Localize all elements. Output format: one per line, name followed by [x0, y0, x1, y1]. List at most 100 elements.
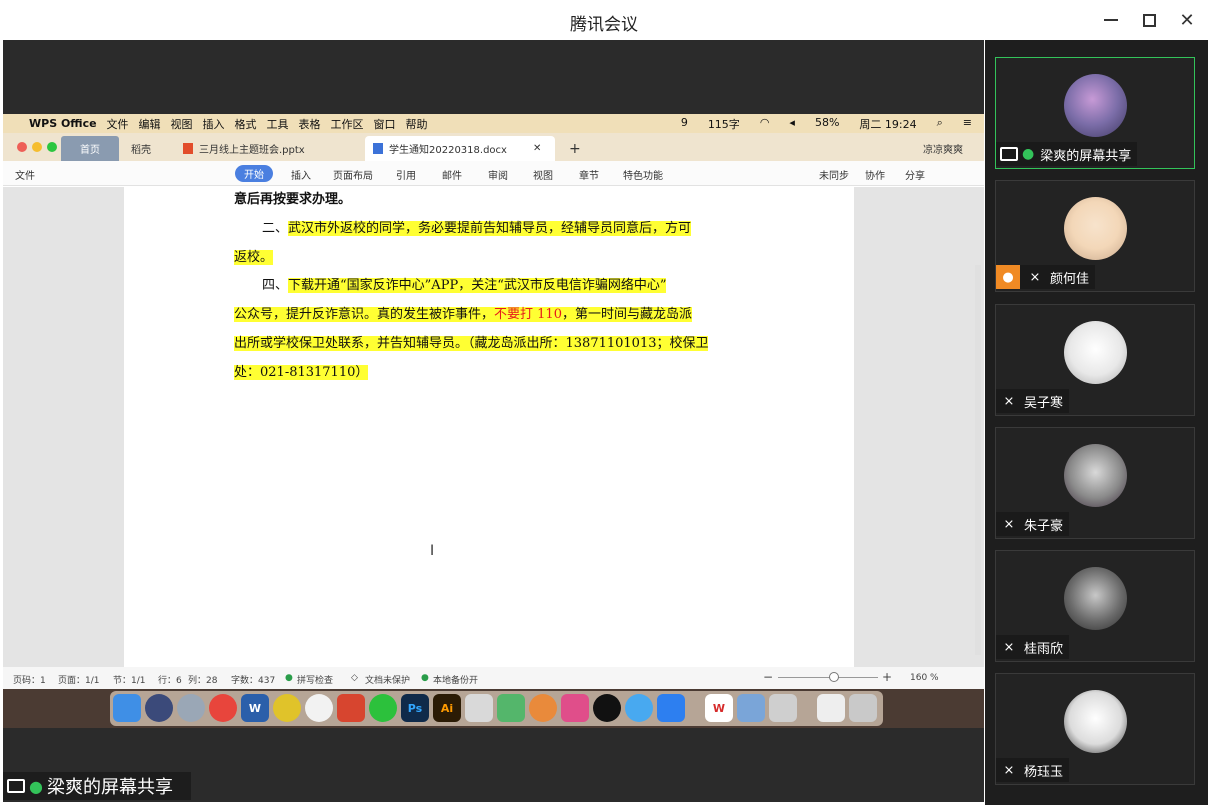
ribbon-view: 视图: [533, 171, 553, 182]
zoom-dot-icon: [47, 142, 57, 152]
status-spell: 拼写检查: [297, 676, 334, 686]
photos-icon: [305, 694, 333, 722]
preview-icon: [769, 694, 797, 722]
doc-line: 出所或学校保卫处联系，并告知辅导员。（藏龙岛派出所：13871101013；校保…: [234, 334, 709, 354]
search-icon: ⌕: [936, 116, 943, 129]
doc-line: 二、武汉市外返校的同学，务必要提前告知辅导员，经辅导员同意后，方可: [234, 219, 692, 239]
wps-tab-bar: 首页 稻壳 三月线上主题班会.pptx 学生通知20220318.docx ✕ …: [3, 133, 984, 161]
tab-home: 首页: [61, 136, 119, 161]
participant-tile[interactable]: ● 梁爽的屏幕共享: [995, 57, 1195, 169]
zoom-slider-knob: [829, 672, 839, 682]
status-row: 行：6: [158, 676, 182, 686]
participant-name: 朱子豪: [1024, 518, 1064, 534]
shared-mac-desktop: WPS Office 文件 编辑 视图 插入 格式 工具 表格 工作区 窗口 帮…: [3, 114, 984, 728]
ribbon-collab: 协作: [865, 171, 885, 182]
screen-share-icon: [1000, 147, 1018, 161]
participant-namebar: ⨯ 桂雨欣: [996, 635, 1070, 659]
docx-icon: [373, 143, 383, 154]
mic-off-icon: ⨯: [1003, 516, 1015, 532]
participant-name: 吴子寒: [1024, 395, 1064, 411]
shared-screen: WPS Office 文件 编辑 视图 插入 格式 工具 表格 工作区 窗口 帮…: [3, 40, 984, 802]
app-icon: [625, 694, 653, 722]
status-page: 页码：1: [13, 676, 46, 686]
minimize-button[interactable]: [1098, 8, 1124, 32]
siri-icon: [145, 694, 173, 722]
app-icon: [337, 694, 365, 722]
music-icon: [273, 694, 301, 722]
participant-tile[interactable]: ⨯ 朱子豪: [995, 427, 1195, 539]
menu-item: 视图: [170, 117, 193, 131]
ribbon-chapter: 章节: [579, 171, 599, 182]
volume-icon: ◂: [789, 116, 795, 129]
mic-off-icon: ⨯: [1003, 762, 1015, 778]
mic-on-icon: ●: [1022, 146, 1035, 162]
status-section: 节：1/1: [113, 676, 146, 686]
wifi-icon: ◠: [759, 116, 770, 129]
wps-user: 凉凉爽爽: [923, 145, 963, 156]
ribbon-layout: 页面布局: [333, 171, 373, 182]
avatar: [1064, 74, 1127, 137]
participant-name: 梁爽的屏幕共享: [1040, 148, 1132, 164]
mic-off-icon: ⨯: [1003, 639, 1015, 655]
tab-pptx: 三月线上主题班会.pptx: [175, 136, 313, 161]
participant-name: 杨珏玉: [1024, 764, 1064, 780]
document-icon: [817, 694, 845, 722]
share-label-text: 梁爽的屏幕共享: [46, 777, 173, 798]
mac-status-area: 9 115字 ◠ ◂ 58% 周二 19:24 ⌕ ≡: [671, 116, 972, 132]
ribbon-review: 审阅: [488, 171, 508, 182]
qq-icon: [593, 694, 621, 722]
title-bar: 腾讯会议 ✕: [0, 0, 1208, 40]
spell-icon: ●: [285, 673, 293, 683]
clock: 周二 19:24: [859, 118, 917, 131]
participant-tile[interactable]: ⨯ 杨珏玉: [995, 673, 1195, 785]
tab-docx: 学生通知20220318.docx ✕: [365, 136, 555, 161]
avatar: [1064, 197, 1127, 260]
doc-highlight: 出所或学校保卫处联系，并告知辅导员。（藏龙岛派出所：13871101013；校保…: [234, 336, 709, 351]
numbers-icon: [497, 694, 525, 722]
participant-name: 桂雨欣: [1024, 641, 1064, 657]
status-num: 9: [680, 116, 688, 129]
window-title: 腾讯会议: [570, 15, 638, 35]
app-icon: [529, 694, 557, 722]
status-zoom: 160 %: [910, 673, 939, 683]
status-protect: 文档未保护: [365, 676, 411, 686]
menu-item: 格式: [234, 117, 257, 131]
menu-item: 插入: [202, 117, 225, 131]
participant-tile[interactable]: ● ⨯ 颜何佳: [995, 180, 1195, 292]
doc-highlight: 武汉市外返校的同学，务必要提前告知辅导员，经辅导员同意后，方可: [288, 221, 692, 236]
zoom-slider: [778, 677, 878, 678]
participant-tile[interactable]: ⨯ 吴子寒: [995, 304, 1195, 416]
launchpad-icon: [177, 694, 205, 722]
document-area: 意后再按要求办理。 二、武汉市外返校的同学，务必要提前告知辅导员，经辅导员同意后…: [3, 187, 984, 667]
menu-item: 编辑: [138, 117, 161, 131]
tab-pptx-label: 三月线上主题班会.pptx: [199, 145, 305, 156]
mac-menu-bar: WPS Office 文件 编辑 视图 插入 格式 工具 表格 工作区 窗口 帮…: [3, 114, 984, 133]
document-page: 意后再按要求办理。 二、武汉市外返校的同学，务必要提前告知辅导员，经辅导员同意后…: [124, 187, 854, 667]
photoshop-icon: Ps: [401, 694, 429, 722]
new-tab-icon: +: [569, 140, 581, 157]
doc-warning: 不要打 110: [494, 307, 562, 322]
ribbon-unsynced: 未同步: [819, 171, 849, 182]
close-button[interactable]: ✕: [1174, 8, 1200, 32]
tab-straw: 稻壳: [131, 145, 151, 156]
participant-tile[interactable]: ⨯ 桂雨欣: [995, 550, 1195, 662]
trash-icon: [849, 694, 877, 722]
participant-namebar: ● 梁爽的屏幕共享: [996, 142, 1138, 166]
battery-level: 58%: [814, 116, 840, 129]
doc-line: 四、下载开通“国家反诈中心”APP，关注“武汉市反电信诈骗网络中心”: [234, 276, 667, 296]
wechat-icon: [369, 694, 397, 722]
word-icon: W: [241, 694, 269, 722]
tencent-meeting-icon: [657, 694, 685, 722]
screen-share-label: ● 梁爽的屏幕共享: [3, 772, 191, 800]
status-pages: 页面：1/1: [58, 676, 100, 686]
app-menu: WPS Office: [29, 117, 97, 130]
status-words: 字数：437: [231, 676, 276, 686]
chrome-icon: [209, 694, 237, 722]
close-dot-icon: [17, 142, 27, 152]
maximize-button[interactable]: [1136, 8, 1162, 32]
app-icon: [561, 694, 589, 722]
ribbon-file: 文件: [15, 171, 35, 182]
doc-line: 意后再按要求办理。: [234, 192, 352, 207]
minimize-icon: [1104, 19, 1118, 21]
ribbon-reference: 引用: [396, 171, 416, 182]
